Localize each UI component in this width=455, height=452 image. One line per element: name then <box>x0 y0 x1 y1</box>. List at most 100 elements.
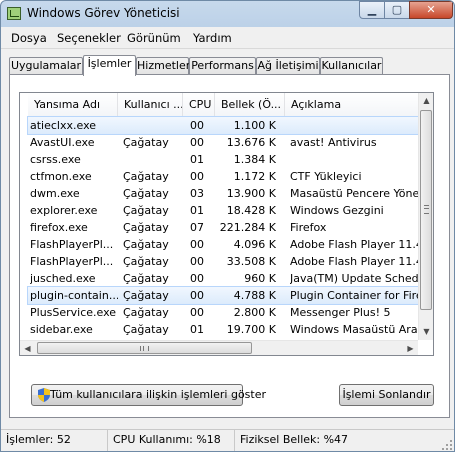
table-row[interactable]: atieclxx.exe 00 1.100 K <box>27 116 419 135</box>
cpu-cell: 00 <box>190 289 204 302</box>
grip-icon <box>424 205 429 214</box>
tab-uygulamalar[interactable]: Uygulamalar <box>9 57 83 75</box>
horizontal-scroll-thumb[interactable] <box>37 342 252 354</box>
scroll-down-icon[interactable]: ▼ <box>419 324 433 340</box>
cpu-cell: 00 <box>190 170 204 183</box>
tab-ag-iletisimi[interactable]: Ağ İletişimi <box>256 57 320 75</box>
description-cell: Windows Masaüstü Araçla <box>290 323 418 336</box>
maximize-button[interactable]: ▢ <box>384 1 410 19</box>
vertical-scroll-thumb[interactable] <box>420 110 432 310</box>
horizontal-scrollbar[interactable]: ◀ ▶ <box>20 340 418 355</box>
menu-secenekler[interactable]: Seçenekler <box>57 31 121 45</box>
description-cell: Messenger Plus! 5 <box>290 306 391 319</box>
menu-dosya[interactable]: Dosya <box>11 31 47 45</box>
user-name-cell: Çağatay <box>123 306 169 319</box>
tab-performans[interactable]: Performans <box>189 57 256 75</box>
memory-cell: 19.700 K <box>226 323 276 336</box>
cpu-cell: 07 <box>190 221 204 234</box>
table-row[interactable]: FlashPlayerPl... Çağatay 00 33.508 K Adobe F… <box>28 253 418 270</box>
memory-cell: 13.900 K <box>226 187 276 200</box>
description-cell: Java(TM) Update Schedule <box>290 272 418 285</box>
user-name-cell: Çağatay <box>123 221 169 234</box>
uac-shield-icon <box>38 388 50 402</box>
tab-kullanicilar[interactable]: Kullanıcılar <box>320 57 383 75</box>
process-name-cell: dwm.exe <box>30 187 80 200</box>
show-all-users-label: Tüm kullanıcılara ilişkin işlemleri göst… <box>50 388 267 401</box>
table-row[interactable]: plugin-contain... Çağatay 00 4.788 K Plugin … <box>27 286 419 305</box>
process-name-cell: jusched.exe <box>30 272 96 285</box>
table-row[interactable]: ctfmon.exe Çağatay 00 1.172 K CTF Yükleyici <box>28 168 418 185</box>
tab-islemler[interactable]: İşlemler <box>83 55 136 76</box>
table-row[interactable]: jusched.exe Çağatay 00 960 K Java(TM) Update… <box>28 270 418 287</box>
table-row[interactable]: PlusService.exe Çağatay 00 2.800 K Messenger… <box>28 304 418 321</box>
memory-cell: 13.676 K <box>226 136 276 149</box>
memory-cell: 4.788 K <box>233 289 276 302</box>
user-name-cell: Çağatay <box>123 136 169 149</box>
cpu-cell: 01 <box>190 153 204 166</box>
table-row[interactable]: firefox.exe Çağatay 07 221.284 K Firefox <box>28 219 418 236</box>
table-row[interactable]: explorer.exe Çağatay 01 18.428 K Windows Gez… <box>28 202 418 219</box>
minimize-button[interactable]: ▁ <box>359 1 385 19</box>
memory-cell: 18.428 K <box>226 204 276 217</box>
description-cell: Adobe Flash Player 11.4 r <box>290 255 418 268</box>
minimize-icon: ▁ <box>367 3 377 16</box>
user-name-cell: Çağatay <box>123 204 169 217</box>
vertical-scrollbar[interactable]: ▲ ▼ <box>418 93 433 340</box>
task-manager-window: Windows Görev Yöneticisi ▁ ▢ ✕ Dosya Seç… <box>0 0 455 452</box>
show-all-users-button[interactable]: Tüm kullanıcılara ilişkin işlemleri göst… <box>31 384 266 406</box>
cpu-cell: 01 <box>190 204 204 217</box>
process-name-cell: firefox.exe <box>30 221 88 234</box>
scroll-up-icon[interactable]: ▲ <box>419 93 433 109</box>
memory-cell: 221.284 K <box>219 221 276 234</box>
description-cell: Windows Gezgini <box>290 204 384 217</box>
cpu-cell: 00 <box>190 272 204 285</box>
status-cpu-usage: CPU Kullanımı: %18 <box>108 430 235 451</box>
task-manager-icon <box>7 7 21 20</box>
process-name-cell: PlusService.exe <box>30 306 117 319</box>
user-name-cell: Çağatay <box>123 187 169 200</box>
table-row[interactable]: dwm.exe Çağatay 03 13.900 K Masaüstü Pencere… <box>28 185 418 202</box>
process-name-cell: AvastUI.exe <box>30 136 95 149</box>
close-icon: ✕ <box>426 3 436 16</box>
user-name-cell: Çağatay <box>123 255 169 268</box>
status-physical-memory: Fiziksel Bellek: %47 <box>240 433 349 446</box>
table-row[interactable]: sidebar.exe Çağatay 01 19.700 K Windows Masa… <box>28 321 418 338</box>
description-cell: Firefox <box>290 221 327 234</box>
tab-hizmetler[interactable]: Hizmetler <box>136 57 190 75</box>
description-cell: Plugin Container for Firefo <box>290 289 418 302</box>
user-name-cell: Çağatay <box>123 272 169 285</box>
end-process-button[interactable]: İşlemi Sonlandır <box>339 384 434 406</box>
cpu-cell: 03 <box>190 187 204 200</box>
process-list[interactable]: Yansıma Adı Kullanıcı ... CPU Bellek (Ö.… <box>19 92 434 356</box>
table-row[interactable]: FlashPlayerPl... Çağatay 00 4.096 K Adobe Fl… <box>28 236 418 253</box>
description-cell <box>290 117 418 134</box>
resize-grip-icon[interactable] <box>442 440 452 450</box>
window-title: Windows Görev Yöneticisi <box>27 6 180 20</box>
menu-yardim[interactable]: Yardım <box>193 31 232 45</box>
status-bar: İşlemler: 52 CPU Kullanımı: %18 Fiziksel… <box>1 429 454 451</box>
column-user-name[interactable]: Kullanıcı ... <box>118 93 183 116</box>
user-name-cell <box>123 151 185 168</box>
scroll-left-icon[interactable]: ◀ <box>20 341 35 355</box>
memory-cell: 2.800 K <box>233 306 276 319</box>
cpu-cell: 00 <box>190 238 204 251</box>
menu-bar: Dosya Seçenekler Görünüm Yardım <box>1 28 454 49</box>
process-name-cell: plugin-contain... <box>30 289 118 302</box>
process-name-cell: FlashPlayerPl... <box>30 255 114 268</box>
process-name-cell: sidebar.exe <box>30 323 93 336</box>
cpu-cell: 00 <box>190 119 204 132</box>
column-cpu[interactable]: CPU <box>183 93 215 116</box>
memory-cell: 1.384 K <box>233 153 276 166</box>
column-memory[interactable]: Bellek (Ö... <box>215 93 285 116</box>
process-name-cell: csrss.exe <box>30 153 81 166</box>
menu-gorunum[interactable]: Görünüm <box>127 31 181 45</box>
column-image-name[interactable]: Yansıma Adı <box>28 93 118 116</box>
table-row[interactable]: AvastUI.exe Çağatay 00 13.676 K avast! Antiv… <box>28 134 418 151</box>
title-bar[interactable]: Windows Görev Yöneticisi ▁ ▢ ✕ <box>1 1 454 27</box>
column-description[interactable]: Açıklama <box>285 93 418 116</box>
memory-cell: 33.508 K <box>226 255 276 268</box>
close-button[interactable]: ✕ <box>409 1 453 19</box>
table-row[interactable]: csrss.exe 01 1.384 K <box>28 151 418 168</box>
user-name-cell: Çağatay <box>123 289 169 302</box>
scroll-right-icon[interactable]: ▶ <box>403 341 418 355</box>
